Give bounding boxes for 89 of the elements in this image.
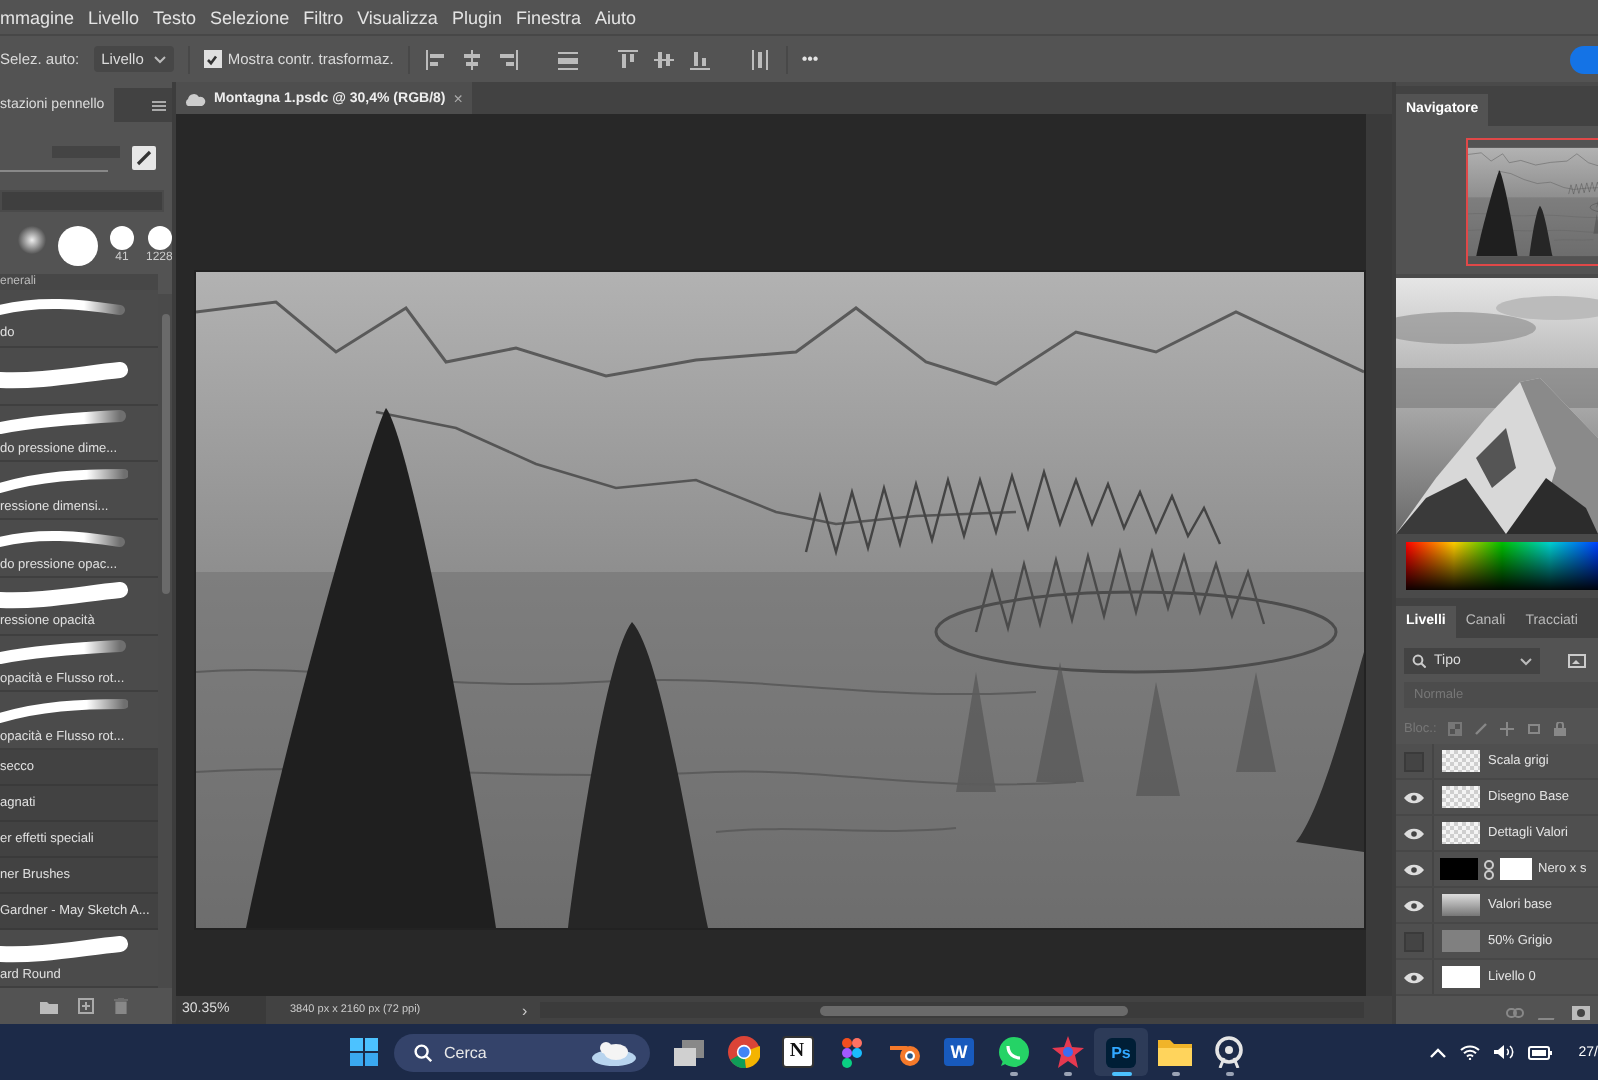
battery-icon[interactable] — [1528, 1045, 1553, 1059]
menu-item[interactable]: Selezione — [210, 7, 290, 27]
align-icon[interactable] — [687, 47, 712, 71]
running-indicator — [1171, 1072, 1179, 1076]
brush-stroke-icon[interactable] — [0, 409, 128, 438]
eye-icon[interactable] — [1404, 791, 1424, 803]
link-icon — [1484, 859, 1494, 879]
align-icon[interactable] — [423, 47, 448, 71]
app-logo: W — [944, 1038, 974, 1066]
brush-tip-icon[interactable] — [58, 226, 98, 266]
align-icon[interactable] — [651, 47, 676, 71]
checkbox[interactable] — [203, 50, 222, 68]
menu-item[interactable]: Plugin — [451, 7, 502, 27]
chat-icon[interactable] — [997, 1036, 1029, 1068]
taskbar-button[interactable]: W — [932, 1028, 986, 1076]
layer-thumbnail[interactable] — [1442, 786, 1480, 808]
windows-stack-icon[interactable] — [674, 1039, 704, 1065]
menu-item[interactable]: Visualizza — [357, 7, 438, 27]
more-button[interactable]: › — [522, 1001, 540, 1019]
brush-tip-icon[interactable] — [110, 226, 134, 250]
soft-brush-tip-icon[interactable] — [18, 226, 46, 254]
search-icon — [414, 1043, 432, 1061]
browser-icon[interactable] — [727, 1036, 759, 1068]
align-icon[interactable] — [495, 47, 520, 71]
menu-icon[interactable] — [152, 99, 166, 111]
app-logo: N — [781, 1036, 813, 1068]
menu-item[interactable]: Testo — [153, 7, 197, 27]
align-icon[interactable] — [459, 47, 484, 71]
menu-item[interactable]: mmagine — [0, 7, 75, 27]
caret-icon — [1520, 657, 1532, 665]
layer-thumbnail[interactable] — [1440, 858, 1478, 880]
brush-stroke-icon[interactable] — [0, 935, 128, 964]
image-filter-icon[interactable] — [1568, 654, 1586, 668]
taskbar-button[interactable]: Ps — [1094, 1028, 1148, 1076]
align-icon[interactable] — [747, 47, 772, 71]
color-spectrum[interactable] — [1406, 542, 1598, 590]
record-icon[interactable] — [1214, 1036, 1244, 1068]
eye-icon[interactable] — [1404, 971, 1424, 983]
highlight-icon — [590, 1038, 638, 1066]
close-button[interactable]: × — [453, 89, 463, 107]
eye-icon[interactable] — [1404, 899, 1424, 911]
brush-tip-icon[interactable] — [147, 226, 172, 250]
layer-thumbnail[interactable] — [1442, 894, 1480, 916]
volume-icon[interactable] — [1494, 1044, 1515, 1060]
scrollbar[interactable] — [158, 294, 172, 988]
add-icon[interactable] — [78, 998, 94, 1014]
cloud-icon — [184, 91, 206, 105]
start-icon[interactable] — [349, 1038, 377, 1066]
search-icon — [1412, 654, 1426, 668]
running-indicator — [1009, 1072, 1017, 1076]
running-indicator — [1225, 1072, 1233, 1076]
menu-item[interactable]: Aiuto — [594, 7, 636, 27]
brush-stroke-icon[interactable] — [0, 640, 128, 669]
folder-icon[interactable] — [1158, 1038, 1192, 1066]
eye-icon[interactable] — [1404, 863, 1424, 875]
app-logo: Ps — [1106, 1037, 1136, 1067]
layer-thumbnail[interactable] — [1442, 750, 1480, 772]
eye-icon[interactable] — [1404, 827, 1424, 839]
chevron-up-icon[interactable] — [1430, 1047, 1447, 1057]
scrollbar-thumb[interactable] — [819, 1005, 1128, 1015]
scrollbar[interactable] — [539, 1002, 1364, 1018]
layer-thumbnail[interactable] — [1442, 822, 1480, 844]
brush-stroke-icon[interactable] — [0, 467, 128, 496]
layer-thumbnail[interactable] — [1442, 966, 1480, 988]
mask-thumbnail[interactable] — [1500, 858, 1532, 880]
align-icon[interactable] — [555, 47, 580, 71]
star-app-icon[interactable] — [1051, 1036, 1083, 1068]
mask-icon[interactable] — [1572, 1005, 1590, 1019]
running-indicator — [1063, 1072, 1071, 1076]
menu-item[interactable]: Filtro — [303, 7, 344, 27]
navigator-preview[interactable] — [1466, 138, 1598, 266]
scrollbar[interactable] — [1366, 114, 1392, 996]
brush-stroke-icon[interactable] — [0, 582, 128, 611]
checker-icon[interactable] — [1448, 721, 1463, 735]
brush-icon[interactable] — [132, 145, 156, 169]
layer-thumbnail[interactable] — [1442, 930, 1480, 952]
wifi-icon[interactable] — [1460, 1044, 1481, 1060]
menu-item[interactable]: Finestra — [515, 7, 581, 27]
running-indicator — [1111, 1072, 1131, 1076]
brush-stroke-icon[interactable] — [0, 361, 128, 390]
brush-stroke-icon[interactable] — [0, 697, 128, 726]
taskbar-button[interactable]: N — [770, 1028, 824, 1076]
more-button[interactable]: ••• — [801, 50, 819, 68]
shapes-icon[interactable] — [841, 1037, 861, 1067]
check-icon — [206, 53, 219, 65]
search-field[interactable]: Cerca — [394, 1033, 650, 1071]
menu-item[interactable]: Livello — [88, 7, 140, 27]
caret-icon — [153, 55, 166, 63]
align-icon[interactable] — [615, 47, 640, 71]
